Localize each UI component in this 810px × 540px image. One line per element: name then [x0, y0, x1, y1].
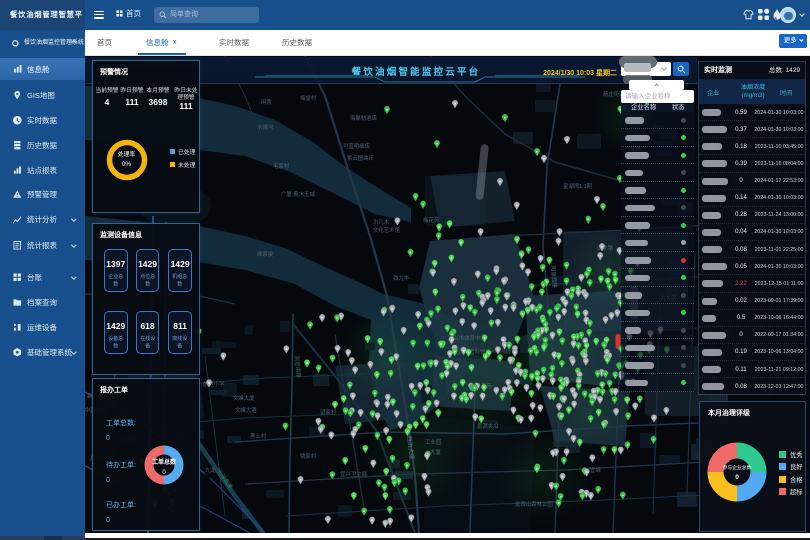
svg-text:紫云图端币: 紫云图端币 [347, 154, 374, 162]
svg-text:望家村: 望家村 [320, 408, 337, 416]
svg-text:梅堂村: 梅堂村 [300, 94, 317, 102]
svg-text:文峰大酒: 文峰大酒 [235, 406, 257, 414]
svg-text:梅花苑: 梅花苑 [423, 216, 440, 224]
svg-text:广厦 奥水玉城: 广厦 奥水玉城 [281, 190, 315, 198]
svg-text:闲置: 闲置 [261, 98, 272, 106]
svg-text:氿几木: 氿几木 [373, 218, 390, 226]
svg-text:西九华: 西九华 [393, 274, 410, 282]
svg-text:水浸沟: 水浸沟 [257, 123, 273, 131]
svg-text:海聚材酒店: 海聚材酒店 [350, 114, 378, 122]
svg-text:可蓝明细店: 可蓝明细店 [343, 142, 371, 150]
svg-text:文峰大厦: 文峰大厦 [233, 394, 255, 402]
svg-text:黑上村: 黑上村 [250, 432, 267, 440]
svg-text:文化艺术馆: 文化艺术馆 [373, 226, 401, 234]
svg-text:九龙: 九龙 [205, 466, 216, 474]
svg-text:毛家村: 毛家村 [273, 162, 290, 170]
svg-text:星湖湾1:1期: 星湖湾1:1期 [563, 182, 592, 190]
svg-text:维家浚: 维家浚 [257, 250, 274, 258]
svg-text:姚家村: 姚家村 [300, 452, 317, 460]
